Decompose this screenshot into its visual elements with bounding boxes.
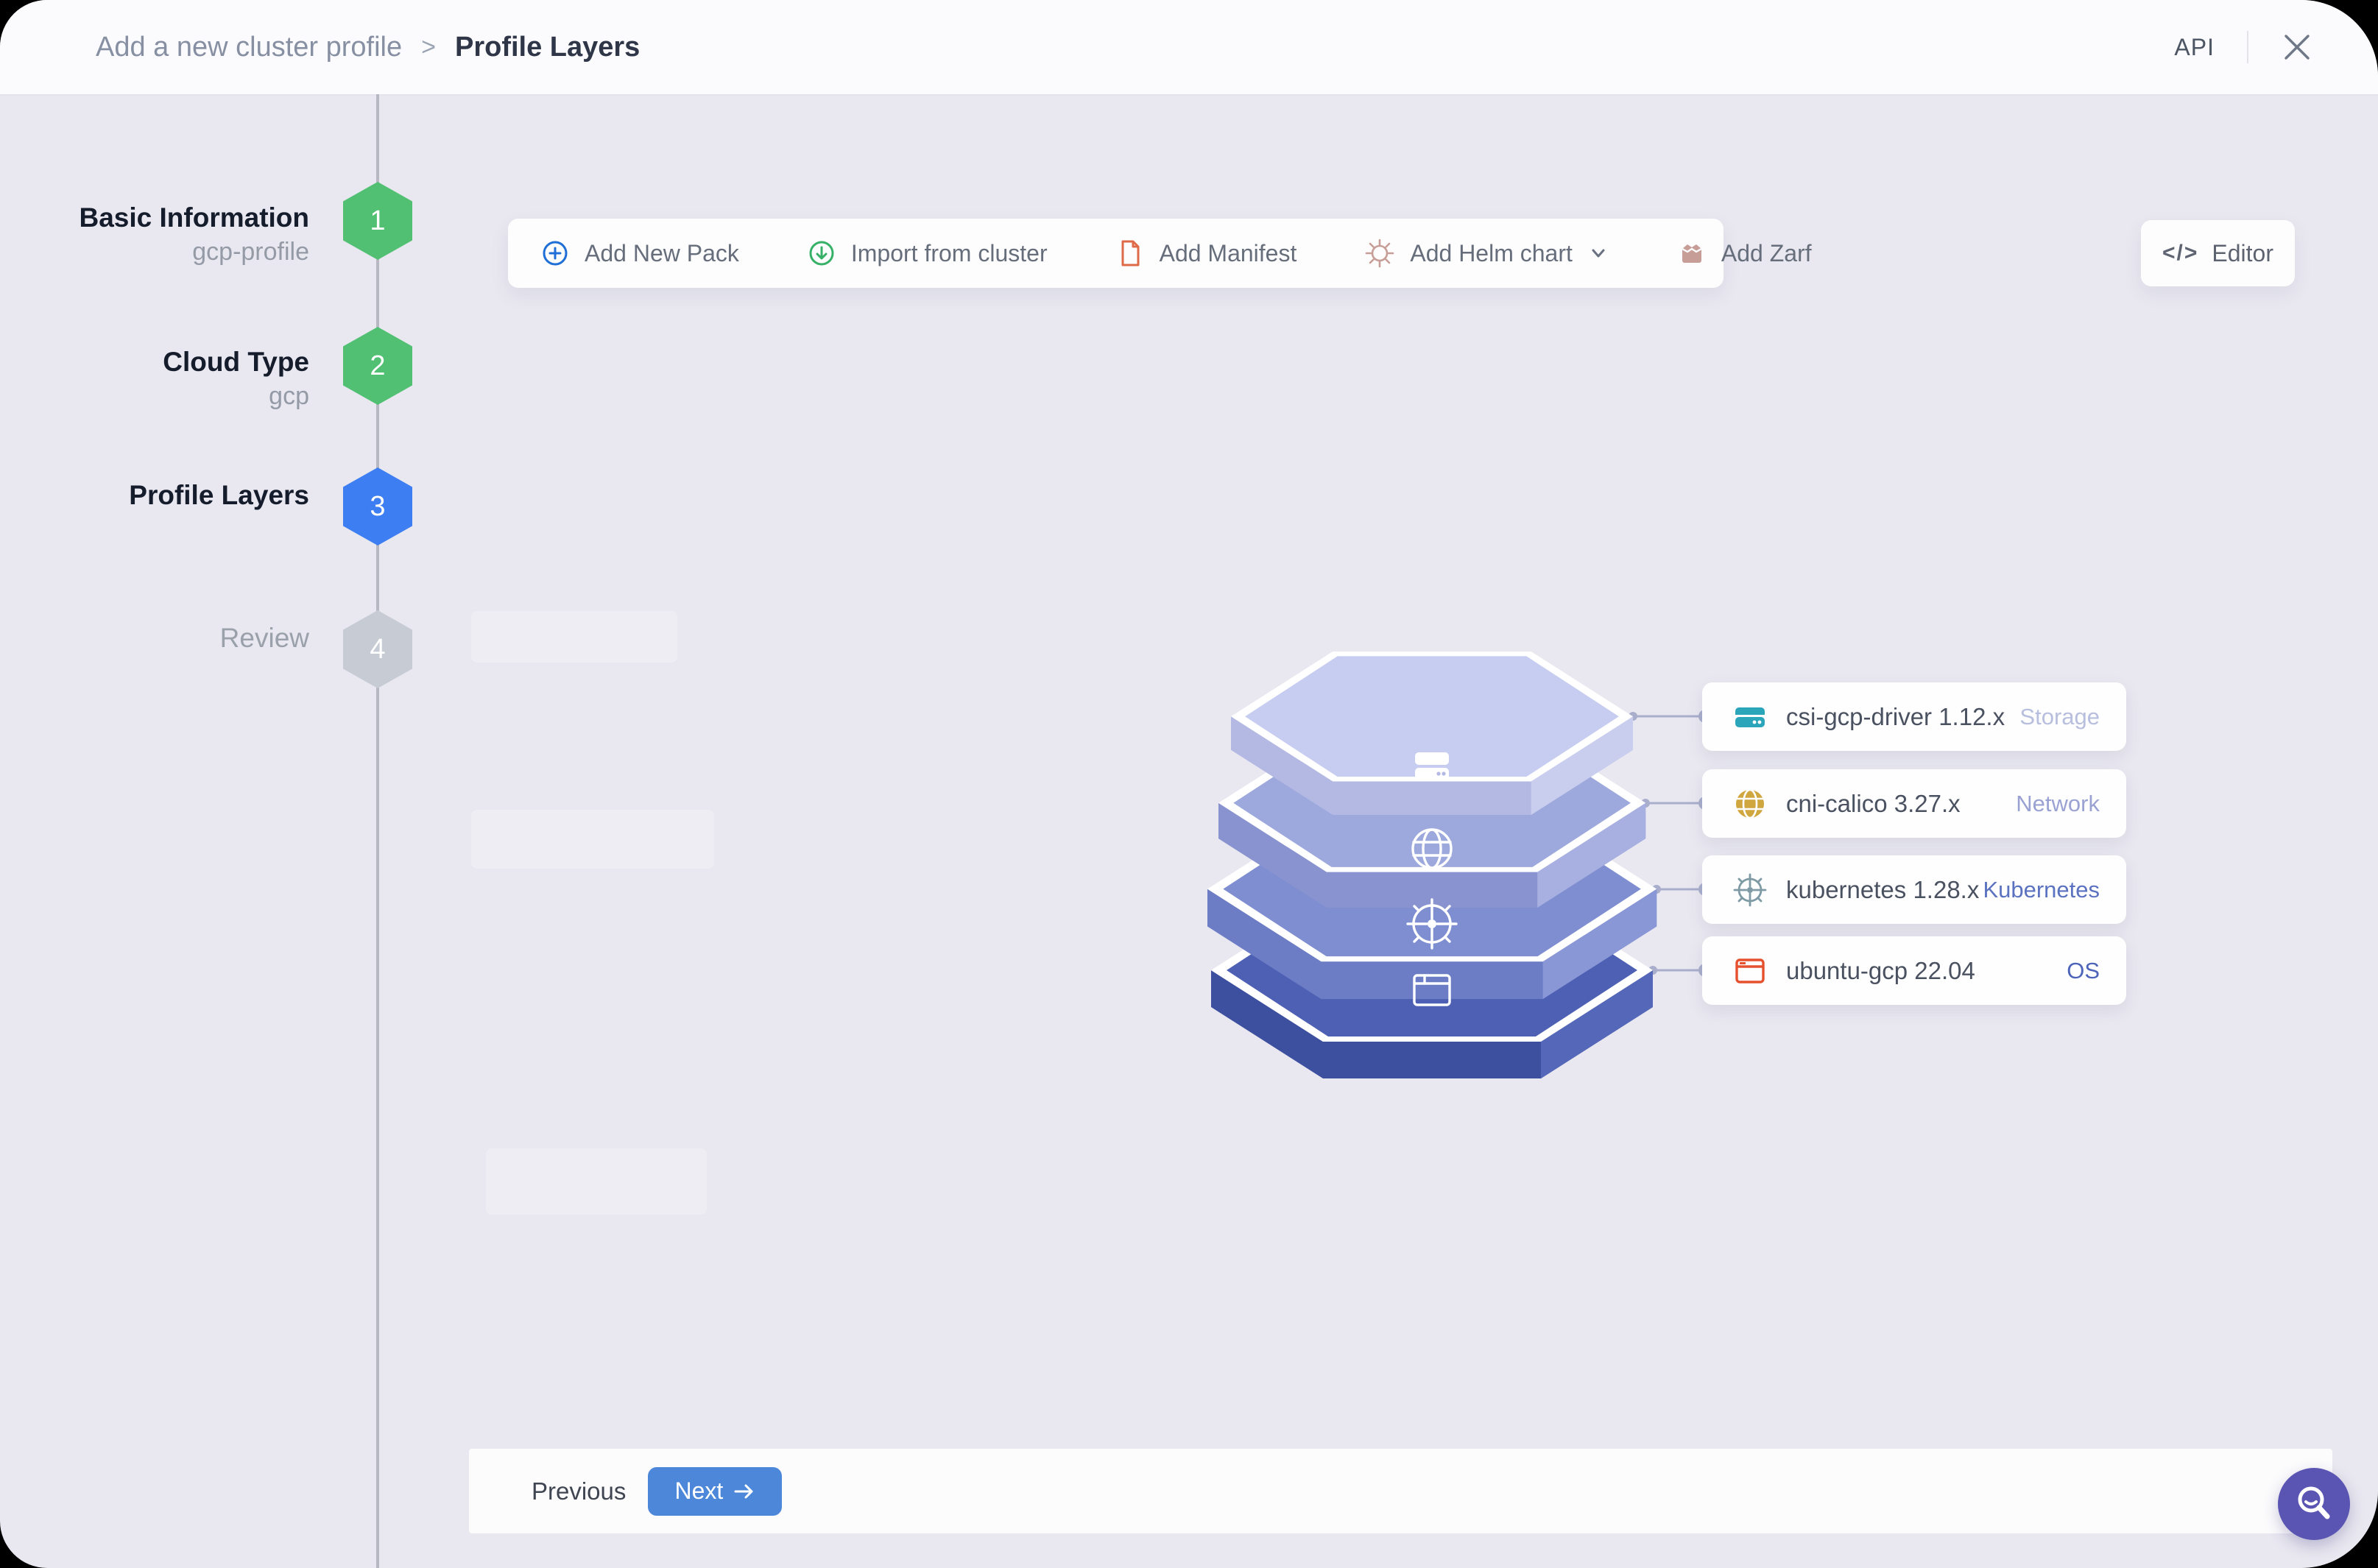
helm-wheel-icon — [1366, 239, 1394, 268]
step-sublabel: gcp — [269, 382, 309, 410]
cluster-profile-wizard-window: Add a new cluster profile > Profile Laye… — [0, 0, 2378, 1568]
next-button[interactable]: Next — [648, 1466, 783, 1516]
magnifier-smile-icon — [2298, 1486, 2330, 1519]
step-indicator-1[interactable]: 1 — [343, 182, 412, 260]
step-indicator-3[interactable]: 3 — [343, 467, 412, 545]
pack-name: csi-gcp-driver 1.12.x — [1786, 702, 2005, 730]
pack-name: cni-calico 3.27.x — [1786, 789, 1961, 817]
arrow-down-circle-icon — [809, 241, 834, 266]
pack-card-storage[interactable]: csi-gcp-driver 1.12.x Storage — [1702, 682, 2126, 751]
arrow-right-icon — [734, 1484, 753, 1498]
background-watermark — [471, 810, 714, 869]
next-button-label: Next — [674, 1477, 724, 1504]
code-icon: </> — [2162, 241, 2199, 265]
step-basic-information: Basic Information gcp-profile — [66, 202, 310, 268]
pack-name: kubernetes 1.28.x — [1786, 875, 1980, 903]
background-watermark — [486, 1148, 707, 1215]
pack-toolbar: Add New Pack Import from cluster Add Hel… — [508, 219, 1812, 288]
previous-button[interactable]: Previous — [532, 1477, 626, 1505]
step-review: Review — [66, 622, 309, 654]
storage-drive-icon — [1733, 700, 1767, 734]
close-icon — [2284, 35, 2310, 60]
pack-card-os[interactable]: ubuntu-gcp 22.04 OS — [1702, 936, 2126, 1005]
step-indicator-2[interactable]: 2 — [343, 327, 412, 405]
header-divider — [2247, 31, 2248, 63]
editor-button[interactable]: </> Editor — [2141, 220, 2295, 286]
pack-category: Kubernetes — [1983, 876, 2100, 903]
toolbar-item-label: Import from cluster — [850, 239, 1048, 266]
step-number: 4 — [370, 633, 386, 665]
step-label: Cloud Type — [163, 347, 309, 377]
pack-name: ubuntu-gcp 22.04 — [1786, 956, 1975, 984]
pack-category: Network — [2016, 790, 2100, 816]
pack-card-kubernetes[interactable]: kubernetes 1.28.x Kubernetes — [1702, 855, 2126, 924]
editor-button-label: Editor — [2212, 239, 2273, 266]
manifest-file-icon — [1121, 240, 1140, 266]
chevron-down-icon — [1592, 249, 1605, 258]
wizard-footer: Previous Next — [469, 1449, 2332, 1533]
plus-circle-icon — [543, 241, 568, 266]
pack-card-network[interactable]: cni-calico 3.27.x Network — [1702, 769, 2126, 838]
header: Add a new cluster profile > Profile Laye… — [0, 0, 2378, 96]
pack-category: Storage — [2019, 703, 2100, 730]
step-cloud-type: Cloud Type gcp — [66, 346, 309, 412]
page-title: Profile Layers — [454, 31, 641, 63]
add-helm-chart-button[interactable]: Add Helm chart — [1364, 238, 1609, 269]
add-new-pack-button[interactable]: Add New Pack — [540, 239, 739, 268]
background-watermark — [471, 611, 677, 663]
kubernetes-wheel-icon — [1406, 898, 1458, 950]
kubernetes-wheel-icon — [1733, 873, 1767, 907]
step-number: 1 — [370, 205, 386, 236]
toolbar-item-label: Add Zarf — [1721, 239, 1812, 266]
step-profile-layers: Profile Layers — [66, 479, 309, 512]
step-number: 3 — [370, 490, 386, 522]
search-help-fab[interactable] — [2278, 1468, 2350, 1540]
step-number: 2 — [370, 350, 386, 381]
step-label: Review — [219, 623, 309, 653]
toolbar-item-label: Add Manifest — [1159, 239, 1297, 266]
breadcrumb: Add a new cluster profile > Profile Laye… — [96, 32, 640, 63]
import-from-cluster-button[interactable]: Import from cluster — [807, 239, 1048, 268]
os-window-icon — [1733, 954, 1767, 988]
step-label: Profile Layers — [129, 480, 309, 510]
header-actions: API — [2174, 0, 2313, 94]
step-label: Basic Information — [79, 202, 310, 233]
toolbar-item-label: Add Helm chart — [1410, 239, 1573, 266]
add-manifest-button[interactable]: Add Helm chart Add Manifest — [1115, 239, 1297, 268]
close-button[interactable] — [2281, 31, 2313, 63]
pack-category: OS — [2067, 957, 2100, 983]
globe-icon — [1733, 787, 1767, 821]
api-button[interactable]: API — [2174, 34, 2215, 61]
step-indicator-4[interactable]: 4 — [343, 610, 412, 688]
profile-layer-stack — [1207, 651, 1712, 1078]
breadcrumb-parent[interactable]: Add a new cluster profile — [96, 32, 402, 63]
add-zarf-button[interactable]: Add Zarf — [1677, 239, 1812, 268]
step-sublabel: gcp-profile — [192, 238, 309, 266]
zarf-package-icon — [1682, 244, 1702, 263]
step-rail-line — [376, 94, 379, 1568]
toolbar-item-label: Add New Pack — [585, 239, 739, 266]
breadcrumb-separator: > — [421, 32, 436, 61]
layer-connectors — [1629, 710, 1712, 977]
